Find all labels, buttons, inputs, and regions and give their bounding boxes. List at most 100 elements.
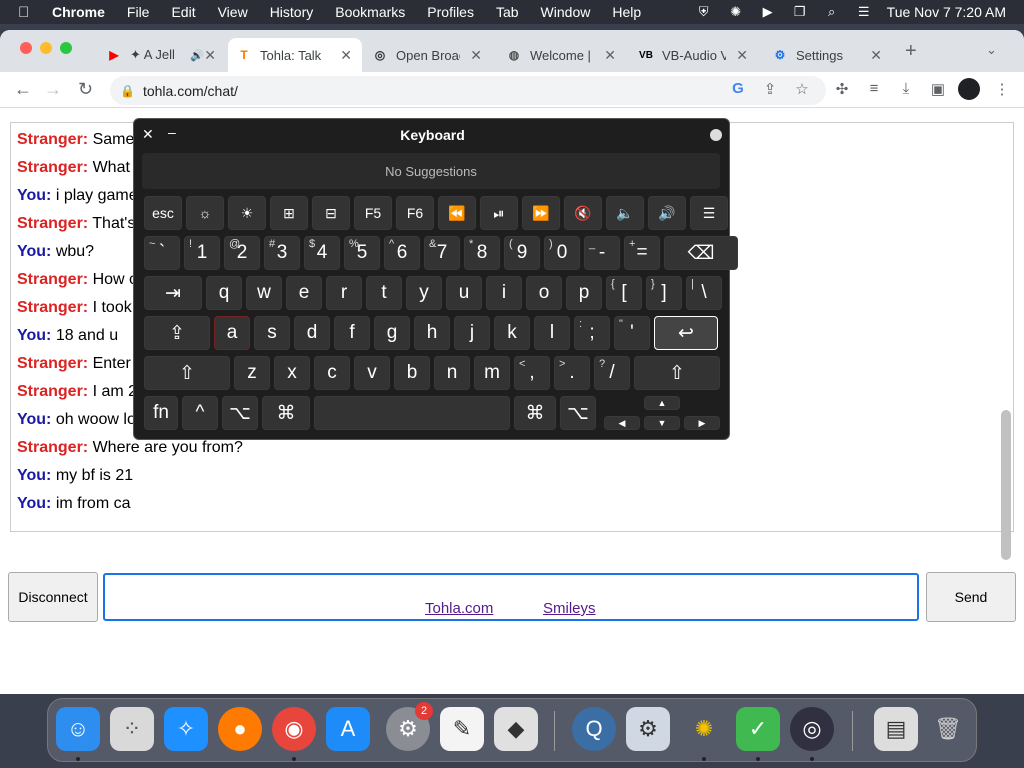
key-number-row-0[interactable]: ~ `: [144, 236, 180, 270]
key-modifier-row-7[interactable]: ◀: [604, 416, 640, 430]
speaker-icon[interactable]: 🔊: [190, 49, 204, 62]
key-number-row-3[interactable]: #3: [264, 236, 300, 270]
new-tab-button[interactable]: +: [905, 40, 917, 63]
settings-gear-icon[interactable]: ⚙: [626, 707, 670, 751]
key-top-letter-row-3[interactable]: e: [286, 276, 322, 310]
tab-welcome[interactable]: ◍ Welcome | ✕: [498, 38, 626, 72]
smileys-link[interactable]: Smileys: [543, 600, 596, 617]
key-function-row-5[interactable]: F5: [354, 196, 392, 230]
menu-window[interactable]: Window: [541, 4, 591, 20]
key-bottom-letter-row-9[interactable]: >.: [554, 356, 590, 390]
key-top-letter-row-7[interactable]: u: [446, 276, 482, 310]
key-function-row-6[interactable]: F6: [396, 196, 434, 230]
chat-scrollbar[interactable]: [1001, 410, 1011, 560]
key-number-row-13[interactable]: ⌫: [664, 236, 738, 270]
key-top-letter-row-0[interactable]: ⇥: [144, 276, 202, 310]
key-bottom-letter-row-0[interactable]: ⇧: [144, 356, 230, 390]
key-bottom-letter-row-5[interactable]: b: [394, 356, 430, 390]
key-top-letter-row-1[interactable]: q: [206, 276, 242, 310]
key-home-row-11[interactable]: " ': [614, 316, 650, 350]
extensions-icon[interactable]: ✣: [832, 80, 852, 98]
key-modifier-row-2[interactable]: ⌥: [222, 396, 258, 430]
key-home-row-1[interactable]: a: [214, 316, 250, 350]
key-modifier-row-9[interactable]: ▼: [644, 416, 680, 430]
key-function-row-8[interactable]: ⏯: [480, 196, 518, 230]
quicktime-icon[interactable]: Q: [572, 707, 616, 751]
disconnect-button[interactable]: Disconnect: [8, 572, 98, 622]
key-top-letter-row-13[interactable]: | \: [686, 276, 722, 310]
key-number-row-6[interactable]: ^ 6: [384, 236, 420, 270]
shield-icon[interactable]: ⛨: [695, 4, 713, 19]
key-bottom-letter-row-8[interactable]: <,: [514, 356, 550, 390]
back-arrow-icon[interactable]: ←: [14, 79, 32, 100]
address-url[interactable]: tohla.com/chat/: [143, 83, 238, 99]
finder-icon[interactable]: ☺: [56, 707, 100, 751]
tab-vb-audio[interactable]: VB VB-Audio V ✕: [630, 38, 758, 72]
lock-icon[interactable]: 🔒: [120, 84, 135, 98]
more-options-icon[interactable]: ⋮: [992, 80, 1012, 98]
menu-app-name[interactable]: Chrome: [52, 4, 105, 20]
reload-icon[interactable]: ↻: [78, 79, 93, 100]
key-function-row-4[interactable]: ⊟: [312, 196, 350, 230]
key-home-row-7[interactable]: j: [454, 316, 490, 350]
bee-icon[interactable]: ✺: [727, 4, 745, 19]
adguard-icon[interactable]: ✓: [736, 707, 780, 751]
documents-icon[interactable]: ▤: [874, 707, 918, 751]
key-number-row-10[interactable]: ) 0: [544, 236, 580, 270]
key-home-row-9[interactable]: l: [534, 316, 570, 350]
search-icon[interactable]: ⌕: [823, 4, 841, 19]
key-top-letter-row-4[interactable]: r: [326, 276, 362, 310]
profile-avatar-icon[interactable]: [958, 78, 980, 100]
key-number-row-9[interactable]: (9: [504, 236, 540, 270]
key-top-letter-row-2[interactable]: w: [246, 276, 282, 310]
key-function-row-7[interactable]: ⏪: [438, 196, 476, 230]
key-function-row-12[interactable]: 🔊: [648, 196, 686, 230]
key-top-letter-row-12[interactable]: }]: [646, 276, 682, 310]
tab-settings[interactable]: ⚙ Settings ✕: [764, 38, 892, 72]
key-modifier-row-5[interactable]: ⌘: [514, 396, 556, 430]
menu-history[interactable]: History: [270, 4, 314, 20]
menu-edit[interactable]: Edit: [171, 4, 195, 20]
key-number-row-1[interactable]: ! 1: [184, 236, 220, 270]
menu-file[interactable]: File: [127, 4, 150, 20]
key-function-row-9[interactable]: ⏩: [522, 196, 560, 230]
download-icon[interactable]: ⤓: [896, 80, 916, 97]
key-top-letter-row-6[interactable]: y: [406, 276, 442, 310]
key-top-letter-row-8[interactable]: i: [486, 276, 522, 310]
address-bar[interactable]: 🔒 tohla.com/chat/: [110, 76, 826, 105]
firefox-icon[interactable]: ●: [218, 707, 262, 751]
key-top-letter-row-11[interactable]: {[: [606, 276, 642, 310]
key-bottom-letter-row-11[interactable]: ⇧: [634, 356, 720, 390]
key-bottom-letter-row-4[interactable]: v: [354, 356, 390, 390]
key-modifier-row-0[interactable]: fn: [144, 396, 178, 430]
key-modifier-row-3[interactable]: ⌘: [262, 396, 310, 430]
key-function-row-0[interactable]: esc: [144, 196, 182, 230]
side-panel-icon[interactable]: ▣: [928, 80, 948, 98]
play-icon[interactable]: ▶: [759, 4, 777, 19]
key-modifier-row-10[interactable]: ▶: [684, 416, 720, 430]
tab-youtube[interactable]: ▶ ✦ A Jell 🔊 ✕: [98, 38, 226, 72]
key-home-row-4[interactable]: f: [334, 316, 370, 350]
share-icon[interactable]: ⇪: [760, 80, 780, 98]
key-top-letter-row-10[interactable]: p: [566, 276, 602, 310]
key-top-letter-row-9[interactable]: o: [526, 276, 562, 310]
tab-tohla[interactable]: T Tohla: Talk ✕: [228, 38, 362, 72]
menu-bar-clock[interactable]: Tue Nov 7 7:20 AM: [887, 4, 1006, 20]
key-function-row-1[interactable]: ☼: [186, 196, 224, 230]
control-center-icon[interactable]: ☰: [855, 4, 873, 19]
key-home-row-10[interactable]: :;: [574, 316, 610, 350]
key-number-row-12[interactable]: + =: [624, 236, 660, 270]
key-home-row-12[interactable]: ↩: [654, 316, 718, 350]
close-tab-icon[interactable]: ✕: [604, 47, 616, 64]
key-function-row-2[interactable]: ☀: [228, 196, 266, 230]
key-home-row-3[interactable]: d: [294, 316, 330, 350]
key-number-row-2[interactable]: @2: [224, 236, 260, 270]
key-home-row-6[interactable]: h: [414, 316, 450, 350]
key-bottom-letter-row-10[interactable]: ? /: [594, 356, 630, 390]
textedit-icon[interactable]: ✎: [440, 707, 484, 751]
close-tab-icon[interactable]: ✕: [870, 47, 882, 64]
key-bottom-letter-row-1[interactable]: z: [234, 356, 270, 390]
zoom-window-icon[interactable]: [60, 42, 72, 54]
bee-icon[interactable]: ✺: [682, 707, 726, 751]
more-options-icon[interactable]: [710, 129, 722, 141]
